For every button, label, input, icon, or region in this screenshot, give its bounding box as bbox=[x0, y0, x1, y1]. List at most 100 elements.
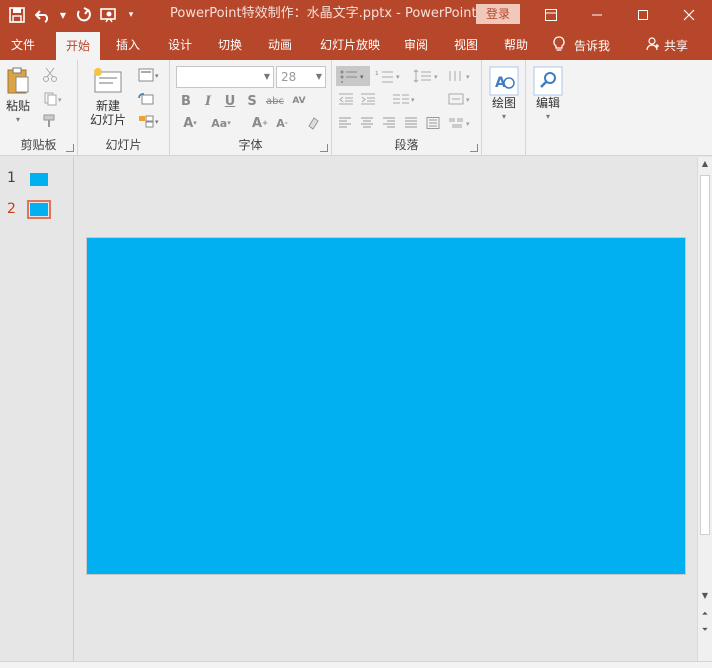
font-size-value: 28 bbox=[281, 70, 297, 84]
tab-review[interactable]: 审阅 bbox=[394, 30, 438, 60]
slide-thumbnails-pane: 1 2 bbox=[0, 157, 74, 661]
editing-label: 编辑 bbox=[535, 96, 560, 110]
font-name-combo[interactable]: ▼ bbox=[176, 66, 274, 88]
tell-me-box[interactable]: 告诉我 bbox=[552, 30, 610, 60]
group-paragraph: ▾ 1 ▾ ▾ ▾ ▾ ▾ ▾ 段落 bbox=[332, 60, 482, 156]
group-editing: 编辑 ▾ bbox=[526, 60, 570, 156]
change-case-icon[interactable]: Aa ▾ bbox=[206, 114, 236, 132]
bullets-icon[interactable]: ▾ bbox=[336, 66, 370, 86]
decrease-font-size-icon[interactable]: A- bbox=[274, 114, 290, 132]
justify-icon[interactable] bbox=[402, 114, 420, 132]
tab-transitions[interactable]: 切换 bbox=[208, 30, 252, 60]
align-left-icon[interactable] bbox=[336, 114, 354, 132]
ribbon-display-options-icon[interactable] bbox=[528, 0, 574, 30]
tab-file[interactable]: 文件 bbox=[0, 30, 46, 60]
thumbnail-number-2: 2 bbox=[7, 201, 16, 217]
scroll-down-icon[interactable]: ▼ bbox=[698, 591, 712, 600]
italic-icon[interactable]: I bbox=[200, 92, 216, 110]
scrollbar-thumb[interactable] bbox=[700, 175, 710, 535]
editing-button[interactable]: 编辑 ▾ bbox=[532, 66, 564, 124]
vertical-scrollbar[interactable]: ▲ ▼ ⏶ ⏷ bbox=[697, 157, 712, 661]
group-label-slides: 幻灯片 bbox=[105, 138, 142, 152]
drawing-label: 绘图 bbox=[491, 96, 516, 110]
cut-icon[interactable] bbox=[40, 66, 60, 84]
status-bar bbox=[0, 661, 712, 668]
previous-slide-icon[interactable]: ⏶ bbox=[698, 609, 712, 619]
thumbnail-number-1: 1 bbox=[7, 170, 16, 186]
minimize-icon[interactable] bbox=[574, 0, 620, 30]
ribbon-tab-bar: 文件 开始 插入 设计 切换 动画 幻灯片放映 审阅 视图 帮助 告诉我 共享 bbox=[0, 30, 712, 60]
clear-formatting-icon[interactable] bbox=[304, 114, 322, 132]
undo-icon[interactable] bbox=[32, 4, 54, 26]
reset-slide-icon[interactable] bbox=[136, 90, 156, 108]
tab-animations[interactable]: 动画 bbox=[258, 30, 302, 60]
tab-help[interactable]: 帮助 bbox=[494, 30, 538, 60]
tab-slide-show[interactable]: 幻灯片放映 bbox=[312, 30, 388, 60]
paragraph-launcher-icon[interactable] bbox=[470, 144, 478, 152]
section-icon[interactable]: ▾ bbox=[136, 112, 164, 130]
new-slide-label-1: 新建 bbox=[95, 99, 120, 113]
thumbnail-slide-1[interactable] bbox=[30, 173, 48, 186]
underline-icon[interactable]: U bbox=[222, 92, 238, 110]
customize-qat-icon[interactable]: ▾ bbox=[124, 4, 138, 26]
text-direction-icon[interactable]: ▾ bbox=[446, 66, 476, 86]
shapes-icon: A bbox=[488, 66, 520, 96]
login-button[interactable]: 登录 bbox=[476, 4, 520, 24]
share-label: 共享 bbox=[664, 38, 689, 53]
increase-indent-icon[interactable] bbox=[358, 90, 378, 108]
svg-text:▾: ▾ bbox=[396, 73, 400, 81]
maximize-icon[interactable] bbox=[620, 0, 666, 30]
new-slide-label-2: 幻灯片 bbox=[89, 113, 126, 127]
bold-icon[interactable]: B bbox=[178, 92, 194, 110]
smartart-icon[interactable]: ▾ bbox=[446, 114, 476, 132]
undo-dropdown-icon[interactable]: ▼ bbox=[58, 4, 68, 26]
person-icon bbox=[646, 36, 660, 54]
scroll-up-icon[interactable]: ▲ bbox=[698, 159, 712, 168]
paste-button[interactable]: 粘贴 ▾ bbox=[4, 66, 32, 127]
start-presentation-icon[interactable] bbox=[98, 4, 120, 26]
font-launcher-icon[interactable] bbox=[320, 144, 328, 152]
text-shadow-icon[interactable]: S bbox=[244, 92, 260, 110]
svg-text:▾: ▾ bbox=[155, 72, 159, 80]
thumbnail-slide-2[interactable] bbox=[30, 203, 48, 216]
current-slide[interactable] bbox=[86, 237, 686, 575]
title-bar: ▼ ▾ PowerPoint特效制作：水晶文字.pptx - PowerPoin… bbox=[0, 0, 712, 30]
share-button[interactable]: 共享 bbox=[646, 30, 688, 60]
clipboard-launcher-icon[interactable] bbox=[66, 144, 74, 152]
svg-text:1: 1 bbox=[375, 71, 379, 77]
drawing-button[interactable]: A 绘图 ▾ bbox=[488, 66, 520, 124]
svg-text:▾: ▾ bbox=[411, 96, 415, 104]
font-color-icon[interactable]: A ▾ bbox=[178, 114, 202, 132]
line-spacing-icon[interactable]: ▾ bbox=[412, 66, 442, 86]
character-spacing-icon[interactable]: AV bbox=[288, 90, 310, 112]
svg-text:▾: ▾ bbox=[466, 96, 470, 104]
align-right-icon[interactable] bbox=[380, 114, 398, 132]
quick-access-toolbar: ▼ ▾ bbox=[6, 0, 138, 30]
new-slide-button[interactable]: 新建 幻灯片 bbox=[82, 66, 134, 127]
align-text-icon[interactable]: ▾ bbox=[446, 90, 476, 108]
svg-text:▾: ▾ bbox=[360, 73, 364, 81]
format-painter-icon[interactable] bbox=[40, 112, 60, 130]
tab-design[interactable]: 设计 bbox=[158, 30, 202, 60]
align-center-icon[interactable] bbox=[358, 114, 376, 132]
svg-text:▾: ▾ bbox=[466, 73, 470, 81]
tell-me-label: 告诉我 bbox=[574, 38, 611, 53]
decrease-indent-icon[interactable] bbox=[336, 90, 356, 108]
distributed-icon[interactable] bbox=[424, 114, 442, 132]
redo-icon[interactable] bbox=[72, 4, 94, 26]
next-slide-icon[interactable]: ⏷ bbox=[698, 625, 712, 635]
font-size-combo[interactable]: 28 ▼ bbox=[276, 66, 326, 88]
close-icon[interactable] bbox=[666, 0, 712, 30]
increase-font-size-icon[interactable]: A + bbox=[252, 114, 268, 132]
numbering-icon[interactable]: 1 ▾ bbox=[374, 66, 404, 86]
tab-insert[interactable]: 插入 bbox=[106, 30, 150, 60]
paste-label: 粘贴 bbox=[5, 99, 30, 113]
copy-icon[interactable]: ▾ bbox=[40, 90, 68, 108]
clipboard-icon bbox=[4, 66, 32, 99]
save-icon[interactable] bbox=[6, 4, 28, 26]
tab-view[interactable]: 视图 bbox=[444, 30, 488, 60]
layout-icon[interactable]: ▾ bbox=[136, 66, 164, 84]
strikethrough-icon[interactable]: abc bbox=[264, 92, 286, 110]
tab-home[interactable]: 开始 bbox=[56, 32, 100, 60]
columns-icon[interactable]: ▾ bbox=[390, 90, 420, 108]
